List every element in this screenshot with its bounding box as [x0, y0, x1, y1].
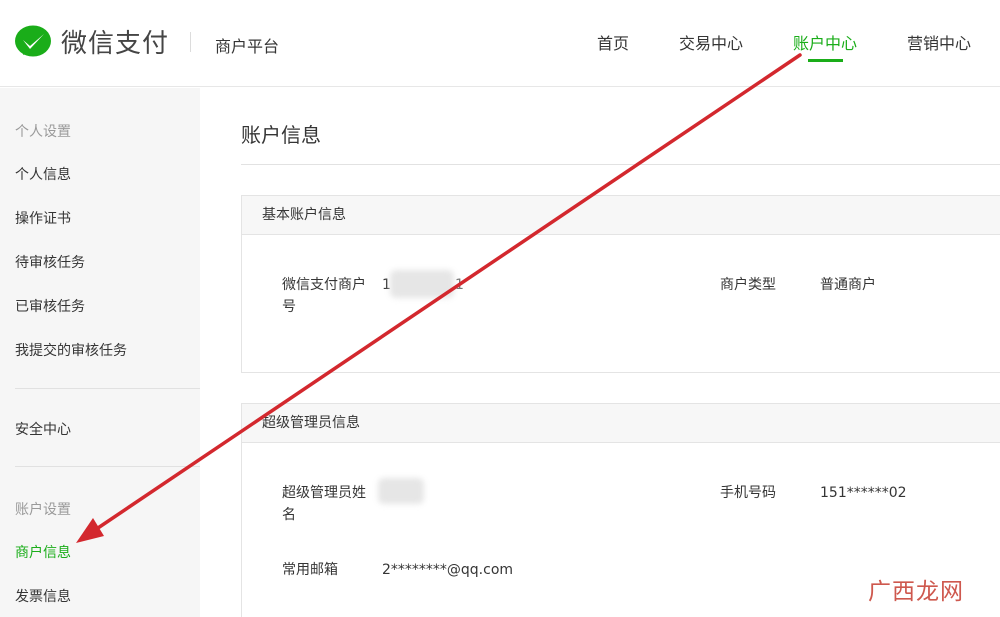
brand-divider [190, 32, 191, 52]
watermark-text: 广西龙网 [868, 579, 964, 605]
sidebar-item-certificate[interactable]: 操作证书 [15, 208, 71, 228]
page-title: 账户信息 [241, 123, 321, 147]
merchant-id-label-line2: 号 [282, 299, 296, 315]
nav-transaction-center[interactable]: 交易中心 [679, 30, 743, 60]
sidebar-item-merchant-info[interactable]: 商户信息 [15, 542, 71, 562]
merchant-id-redacted [390, 270, 454, 298]
wechat-pay-logo-icon[interactable] [14, 24, 52, 60]
sidebar-item-submitted-tasks[interactable]: 我提交的审核任务 [15, 340, 127, 360]
basic-account-heading: 基本账户信息 [242, 196, 1000, 235]
super-admin-heading: 超级管理员信息 [242, 404, 1000, 443]
active-nav-indicator [808, 59, 843, 62]
sidebar-item-invoice-info[interactable]: 发票信息 [15, 586, 71, 606]
merchant-type-value: 普通商户 [820, 277, 876, 293]
admin-name-label-line2: 名 [282, 507, 296, 523]
sidebar-divider [15, 466, 200, 467]
merchant-id-label: 微信支付商户 号 [282, 274, 366, 318]
merchant-id-suffix: 1 [455, 277, 464, 293]
merchant-type-label: 商户类型 [720, 277, 776, 293]
admin-name-label: 超级管理员姓 名 [282, 482, 366, 526]
admin-name-label-line1: 超级管理员姓 [282, 485, 366, 501]
sidebar-item-personal-info[interactable]: 个人信息 [15, 164, 71, 184]
nav-marketing-center[interactable]: 营销中心 [907, 30, 971, 60]
nav-home[interactable]: 首页 [597, 30, 629, 60]
email-value: 2********@qq.com [382, 562, 514, 578]
sidebar-item-security[interactable]: 安全中心 [15, 419, 71, 439]
merchant-id-label-line1: 微信支付商户 [282, 277, 366, 293]
nav-account-center[interactable]: 账户中心 [793, 30, 857, 60]
brand-name[interactable]: 微信支付 [61, 23, 169, 60]
admin-name-redacted [378, 478, 424, 504]
sidebar: 个人设置 个人信息 操作证书 待审核任务 已审核任务 我提交的审核任务 安全中心… [0, 88, 200, 617]
sidebar-group-personal: 个人设置 [15, 124, 71, 140]
top-header: 微信支付 商户平台 首页 交易中心 账户中心 营销中心 [0, 0, 1000, 87]
phone-label: 手机号码 [720, 485, 776, 501]
sidebar-item-pending-tasks[interactable]: 待审核任务 [15, 252, 85, 272]
sidebar-group-account: 账户设置 [15, 502, 71, 518]
email-label: 常用邮箱 [282, 562, 338, 578]
sidebar-item-reviewed-tasks[interactable]: 已审核任务 [15, 296, 85, 316]
phone-value: 151******02 [820, 485, 907, 501]
title-divider [241, 164, 1000, 165]
platform-name: 商户平台 [215, 37, 280, 56]
sidebar-divider [15, 388, 200, 389]
